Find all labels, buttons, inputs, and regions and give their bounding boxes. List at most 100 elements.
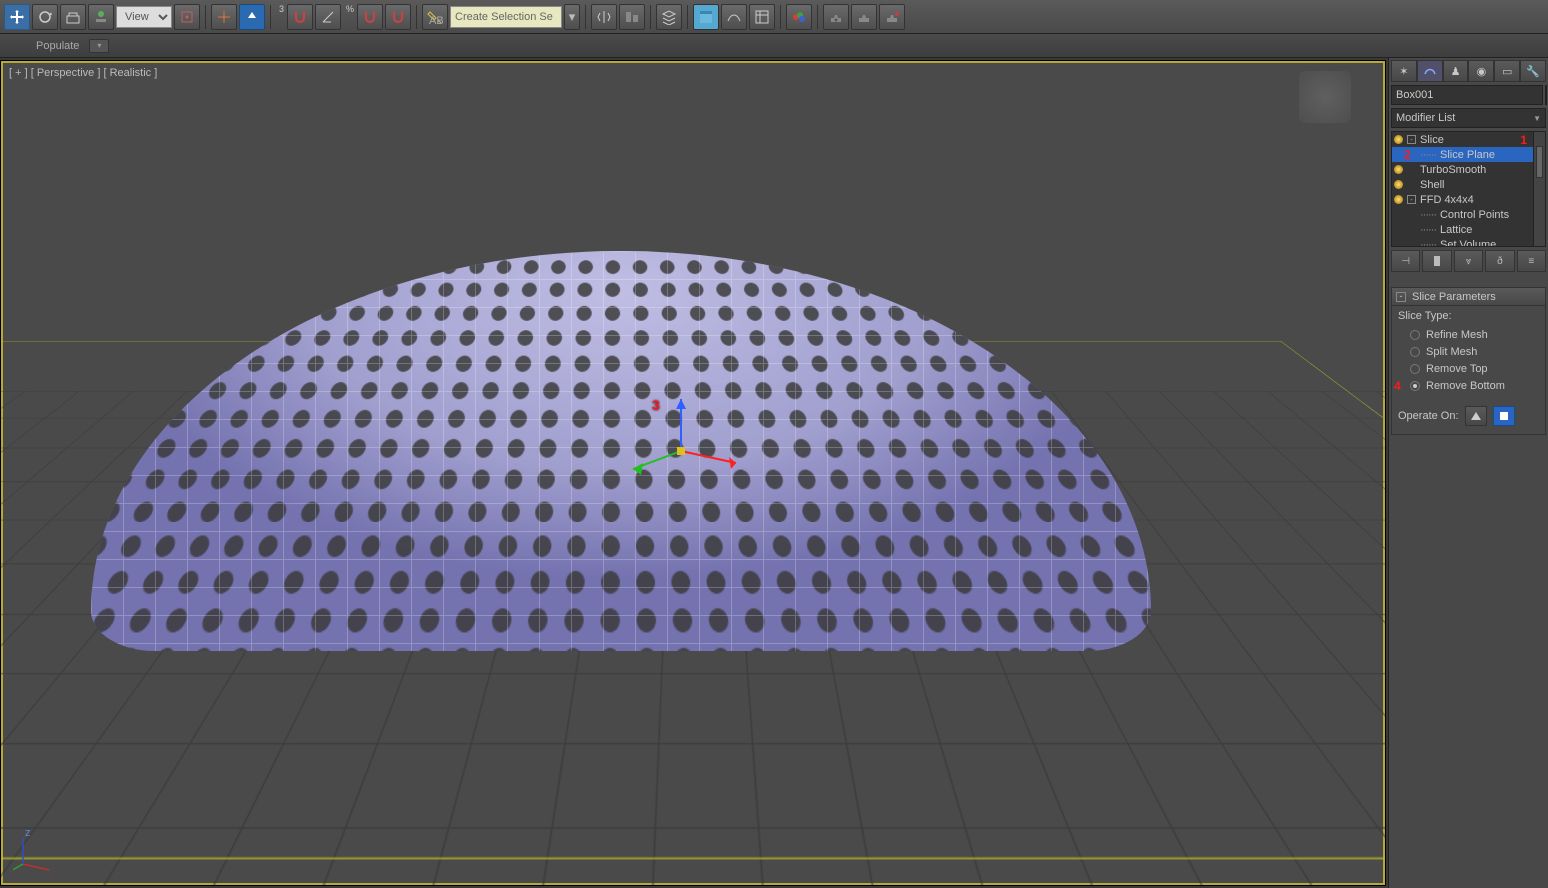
- main-area: [ + ] [ Perspective ] [ Realistic ] 3: [0, 58, 1548, 888]
- utilities-tab[interactable]: 🔧: [1520, 60, 1546, 82]
- placement-tool-button[interactable]: [88, 4, 114, 30]
- named-selection-input[interactable]: [450, 6, 562, 28]
- align-button[interactable]: [619, 4, 645, 30]
- ribbon-expand-button[interactable]: ▾: [89, 39, 109, 53]
- show-end-result-button[interactable]: [1422, 250, 1451, 272]
- slice-type-radio[interactable]: 4Remove Bottom: [1398, 377, 1539, 394]
- command-panel: ✶ ♟ ◉ ▭ 🔧 Modifier List ▼ -Slice1······S…: [1388, 58, 1548, 888]
- expand-icon[interactable]: -: [1407, 195, 1416, 204]
- lightbulb-icon[interactable]: [1394, 135, 1403, 144]
- annotation-marker-3: 3: [652, 397, 660, 413]
- radio-label: Remove Top: [1426, 363, 1488, 375]
- collapse-icon: -: [1396, 292, 1406, 302]
- modify-tab[interactable]: [1417, 60, 1443, 82]
- percent-snap-button[interactable]: [357, 4, 383, 30]
- use-pivot-center-button[interactable]: [174, 4, 200, 30]
- annotation-marker-2: 2: [1404, 148, 1411, 162]
- schematic-view-button[interactable]: [749, 4, 775, 30]
- ref-coord-dropdown[interactable]: View: [116, 6, 172, 28]
- angle-snap-button[interactable]: [315, 4, 341, 30]
- modifier-label: FFD 4x4x4: [1420, 194, 1474, 206]
- spinner-snap-button[interactable]: [385, 4, 411, 30]
- modifier-stack-row[interactable]: ······Set Volume: [1392, 237, 1533, 246]
- ribbon-bar: Populate ▾: [0, 34, 1548, 58]
- radio-icon: [1410, 381, 1420, 391]
- operate-on-poly-button[interactable]: [1493, 406, 1515, 426]
- modifier-list-dropdown[interactable]: Modifier List ▼: [1391, 108, 1546, 128]
- select-manipulate-button[interactable]: [211, 4, 237, 30]
- snap-toggle-button[interactable]: [287, 4, 313, 30]
- lightbulb-icon[interactable]: [1394, 195, 1403, 204]
- rollout-header[interactable]: - Slice Parameters: [1392, 288, 1545, 306]
- operate-on-faces-button[interactable]: [1465, 406, 1487, 426]
- svg-text:z: z: [25, 828, 31, 839]
- keyboard-shortcut-toggle[interactable]: [239, 4, 265, 30]
- create-tab[interactable]: ✶: [1391, 60, 1417, 82]
- modifier-stack-scrollbar[interactable]: [1533, 132, 1545, 246]
- annotation-marker-4: 4: [1394, 379, 1401, 393]
- rollout-title: Slice Parameters: [1412, 291, 1496, 303]
- scale-tool-button[interactable]: [60, 4, 86, 30]
- hierarchy-tab[interactable]: ♟: [1443, 60, 1469, 82]
- modifier-stack[interactable]: -Slice1 ······ Slice Plane 2 TurboSmooth Shel…: [1391, 131, 1546, 247]
- pin-stack-button[interactable]: ⊣: [1391, 250, 1420, 272]
- lightbulb-icon[interactable]: [1394, 165, 1403, 174]
- modifier-stack-row[interactable]: ······Control Points: [1392, 207, 1533, 222]
- viewport[interactable]: [ + ] [ Perspective ] [ Realistic ] 3: [0, 60, 1386, 886]
- stack-button-row: ⊣ ⩔ ð ≡: [1391, 250, 1546, 272]
- modifier-stack-row[interactable]: TurboSmooth: [1392, 162, 1533, 177]
- modifier-stack-row[interactable]: -FFD 4x4x4: [1392, 192, 1533, 207]
- modifier-label: TurboSmooth: [1420, 164, 1486, 176]
- modifier-list-label: Modifier List: [1396, 112, 1455, 124]
- named-selection-dropdown-button[interactable]: ▾: [564, 4, 580, 30]
- modifier-stack-row[interactable]: -Slice1: [1392, 132, 1533, 147]
- display-tab[interactable]: ▭: [1494, 60, 1520, 82]
- render-frame-button[interactable]: [851, 4, 877, 30]
- lightbulb-icon[interactable]: [1394, 180, 1403, 189]
- radio-icon: [1410, 347, 1420, 357]
- motion-tab[interactable]: ◉: [1468, 60, 1494, 82]
- slice-type-label: Slice Type:: [1398, 310, 1539, 322]
- dome-mesh[interactable]: [91, 251, 1151, 651]
- modifier-label: Shell: [1420, 179, 1444, 191]
- main-toolbar: View 3 % ABC ▾: [0, 0, 1548, 34]
- slice-parameters-rollout: - Slice Parameters Slice Type: Refine Me…: [1391, 287, 1546, 435]
- radio-label: Split Mesh: [1426, 346, 1477, 358]
- viewcube[interactable]: [1299, 71, 1351, 123]
- object-color-swatch[interactable]: [1545, 85, 1547, 105]
- operate-on-label: Operate On:: [1398, 410, 1459, 422]
- curve-editor-button[interactable]: [721, 4, 747, 30]
- world-axis-indicator: z: [13, 828, 59, 877]
- modifier-label: Control Points: [1440, 209, 1509, 221]
- slice-type-radio[interactable]: Split Mesh: [1398, 343, 1539, 360]
- configure-modifier-sets-button[interactable]: ≡: [1517, 250, 1546, 272]
- slice-type-radio[interactable]: Remove Top: [1398, 360, 1539, 377]
- modify-icon: [1423, 64, 1437, 78]
- display-icon: ▭: [1502, 65, 1512, 78]
- rotate-tool-button[interactable]: [32, 4, 58, 30]
- radio-label: Refine Mesh: [1426, 329, 1488, 341]
- render-production-button[interactable]: [879, 4, 905, 30]
- move-tool-button[interactable]: [4, 4, 30, 30]
- snap-indicator-number: 3: [279, 4, 284, 14]
- object-name-input[interactable]: [1391, 85, 1543, 105]
- make-unique-button[interactable]: ⩔: [1454, 250, 1483, 272]
- modifier-stack-row[interactable]: ······Lattice: [1392, 222, 1533, 237]
- slice-type-radio[interactable]: Refine Mesh: [1398, 326, 1539, 343]
- remove-modifier-button[interactable]: ð: [1485, 250, 1514, 272]
- layer-manager-button[interactable]: [656, 4, 682, 30]
- mirror-button[interactable]: [591, 4, 617, 30]
- scene-explorer-button[interactable]: [693, 4, 719, 30]
- modifier-stack-row[interactable]: Shell: [1392, 177, 1533, 192]
- expand-icon[interactable]: -: [1407, 135, 1416, 144]
- viewport-label[interactable]: [ + ] [ Perspective ] [ Realistic ]: [9, 67, 157, 79]
- modifier-label: Slice Plane: [1440, 149, 1495, 161]
- populate-tab[interactable]: Populate: [36, 40, 79, 52]
- material-editor-button[interactable]: [786, 4, 812, 30]
- render-setup-button[interactable]: [823, 4, 849, 30]
- modifier-stack-row[interactable]: ······ Slice Plane 2: [1392, 147, 1533, 162]
- edit-named-sel-button[interactable]: ABC: [422, 4, 448, 30]
- utilities-icon: 🔧: [1526, 65, 1540, 78]
- svg-text:ABC: ABC: [429, 15, 443, 25]
- tree-dots: ······: [1420, 149, 1436, 161]
